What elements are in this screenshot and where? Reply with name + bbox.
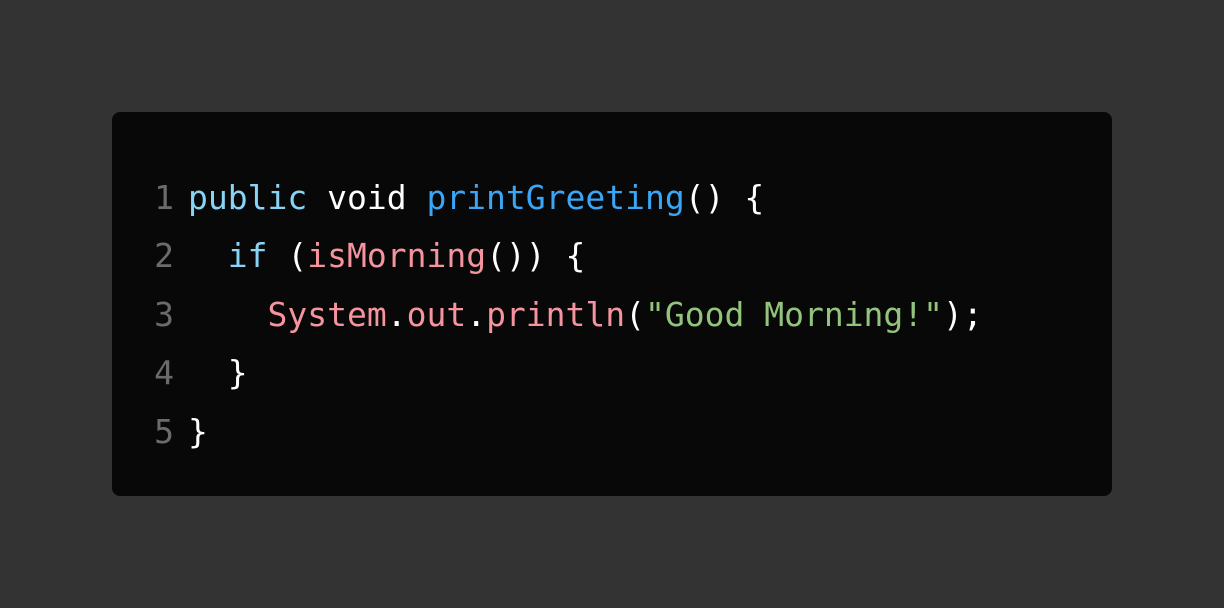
code-token-keyword: public bbox=[188, 177, 308, 217]
code-line: 5 } bbox=[112, 402, 1112, 461]
code-text: if (isMorning()) { bbox=[188, 236, 586, 276]
code-token: } bbox=[188, 411, 208, 451]
code-token-keyword: if bbox=[227, 236, 268, 276]
line-number: 4 bbox=[154, 353, 174, 393]
code-token-identifier: println bbox=[486, 294, 626, 334]
code-token-identifier: System bbox=[267, 294, 387, 334]
code-token: ( bbox=[267, 236, 308, 276]
code-token-identifier: isMorning bbox=[307, 236, 487, 276]
code-token: ( bbox=[625, 294, 646, 334]
code-text: } bbox=[188, 412, 208, 451]
code-token: ); bbox=[943, 294, 983, 334]
code-token: . bbox=[466, 294, 487, 334]
code-token: void bbox=[307, 177, 427, 217]
code-token: () { bbox=[684, 177, 765, 217]
code-line: 3 System.out.println("Good Morning!"); bbox=[112, 285, 1112, 344]
code-line: 2 if (isMorning()) { bbox=[112, 227, 1112, 286]
code-line: 4 } bbox=[112, 344, 1112, 403]
line-number: 5 bbox=[154, 411, 174, 451]
code-text: System.out.println("Good Morning!"); bbox=[188, 294, 983, 334]
code-token-identifier: out bbox=[406, 294, 467, 334]
code-token: } bbox=[188, 353, 248, 393]
code-text: public void printGreeting() { bbox=[188, 178, 764, 217]
code-token: ()) { bbox=[486, 236, 586, 276]
code-text: } bbox=[188, 353, 248, 392]
code-line: 1 public void printGreeting() { bbox=[112, 168, 1112, 227]
code-block: 1 public void printGreeting() { 2 if (is… bbox=[112, 112, 1112, 496]
code-token-function: printGreeting bbox=[426, 177, 685, 217]
line-number: 2 bbox=[154, 236, 174, 276]
line-number: 1 bbox=[154, 177, 174, 217]
code-token: . bbox=[386, 294, 407, 334]
code-token-string: "Good Morning!" bbox=[645, 294, 944, 334]
line-number: 3 bbox=[154, 294, 174, 334]
